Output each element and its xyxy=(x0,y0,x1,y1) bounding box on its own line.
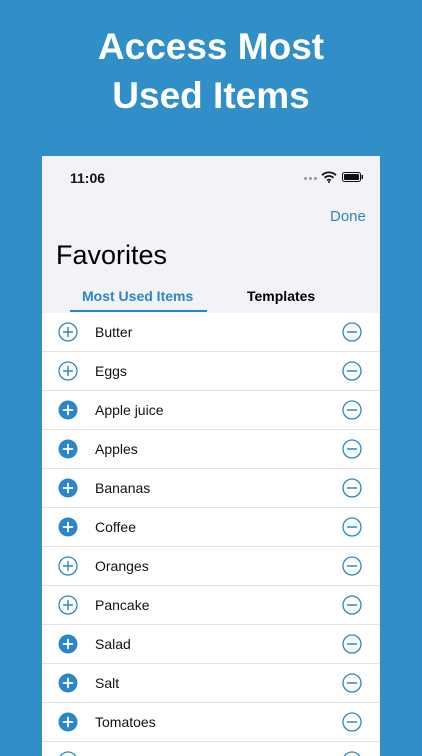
plus-outline-icon[interactable] xyxy=(58,595,78,615)
item-label: Salt xyxy=(95,675,120,691)
navigation-area: 11:06 Done Favorites Most Used Items Tem… xyxy=(42,156,380,313)
minus-outline-icon[interactable] xyxy=(342,673,362,693)
plus-filled-icon[interactable] xyxy=(58,673,78,693)
done-button[interactable]: Done xyxy=(330,208,366,225)
headline-line-2: Used Items xyxy=(112,75,310,116)
plus-outline-icon[interactable] xyxy=(58,751,78,756)
minus-outline-icon[interactable] xyxy=(342,322,362,342)
headline-line-1: Access Most xyxy=(97,26,325,67)
selected-tab-indicator xyxy=(70,310,207,312)
plus-filled-icon[interactable] xyxy=(58,517,78,537)
item-label: Coffee xyxy=(95,519,136,535)
promo-headline: Access Most Used Items xyxy=(0,22,422,120)
tab-most-used-items[interactable]: Most Used Items xyxy=(82,288,193,304)
plus-filled-icon[interactable] xyxy=(58,712,78,732)
minus-outline-icon[interactable] xyxy=(342,439,362,459)
plus-filled-icon[interactable] xyxy=(58,478,78,498)
tab-templates[interactable]: Templates xyxy=(247,288,315,304)
plus-filled-icon[interactable] xyxy=(58,400,78,420)
item-label: Tomatoes xyxy=(95,714,156,730)
minus-outline-icon[interactable] xyxy=(342,556,362,576)
minus-outline-icon[interactable] xyxy=(342,634,362,654)
list-item[interactable]: Oranges xyxy=(42,547,380,586)
minus-outline-icon[interactable] xyxy=(342,361,362,381)
status-time: 11:06 xyxy=(70,170,106,186)
list-item[interactable]: Tomatoes xyxy=(42,703,380,742)
favorites-list: Butter Eggs Apple juice Apples Bananas Coffee… xyxy=(42,313,380,756)
item-label: Apples xyxy=(95,441,138,457)
list-item[interactable]: Apples xyxy=(42,430,380,469)
list-item[interactable]: Salt xyxy=(42,664,380,703)
list-item[interactable]: Apple juice xyxy=(42,391,380,430)
wifi-icon xyxy=(321,171,337,183)
list-item[interactable]: Salad xyxy=(42,625,380,664)
item-label: Pancake xyxy=(95,597,150,613)
minus-outline-icon[interactable] xyxy=(342,595,362,615)
item-label: Bananas xyxy=(95,480,151,496)
item-label: Butter xyxy=(95,324,133,340)
list-item[interactable]: Eggs xyxy=(42,352,380,391)
list-item[interactable]: Bananas xyxy=(42,469,380,508)
minus-outline-icon[interactable] xyxy=(342,478,362,498)
list-item[interactable]: Butter xyxy=(42,313,380,352)
minus-outline-icon[interactable] xyxy=(342,400,362,420)
plus-filled-icon[interactable] xyxy=(58,634,78,654)
battery-icon xyxy=(342,172,363,182)
item-label: Oranges xyxy=(95,558,149,574)
item-label: Salad xyxy=(95,636,131,652)
cellular-signal-icon xyxy=(304,177,319,195)
plus-filled-icon[interactable] xyxy=(58,439,78,459)
minus-outline-icon[interactable] xyxy=(342,712,362,732)
item-label: Apple juice xyxy=(95,402,164,418)
plus-outline-icon[interactable] xyxy=(58,322,78,342)
item-label: Eggs xyxy=(95,363,127,379)
phone-screen: 11:06 Done Favorites Most Used Items Tem… xyxy=(42,156,380,756)
plus-outline-icon[interactable] xyxy=(58,361,78,381)
minus-outline-icon[interactable] xyxy=(342,517,362,537)
list-item[interactable]: Bread xyxy=(42,742,380,756)
plus-outline-icon[interactable] xyxy=(58,556,78,576)
minus-outline-icon[interactable] xyxy=(342,751,362,756)
list-item[interactable]: Pancake xyxy=(42,586,380,625)
list-item[interactable]: Coffee xyxy=(42,508,380,547)
page-title: Favorites xyxy=(56,240,168,270)
